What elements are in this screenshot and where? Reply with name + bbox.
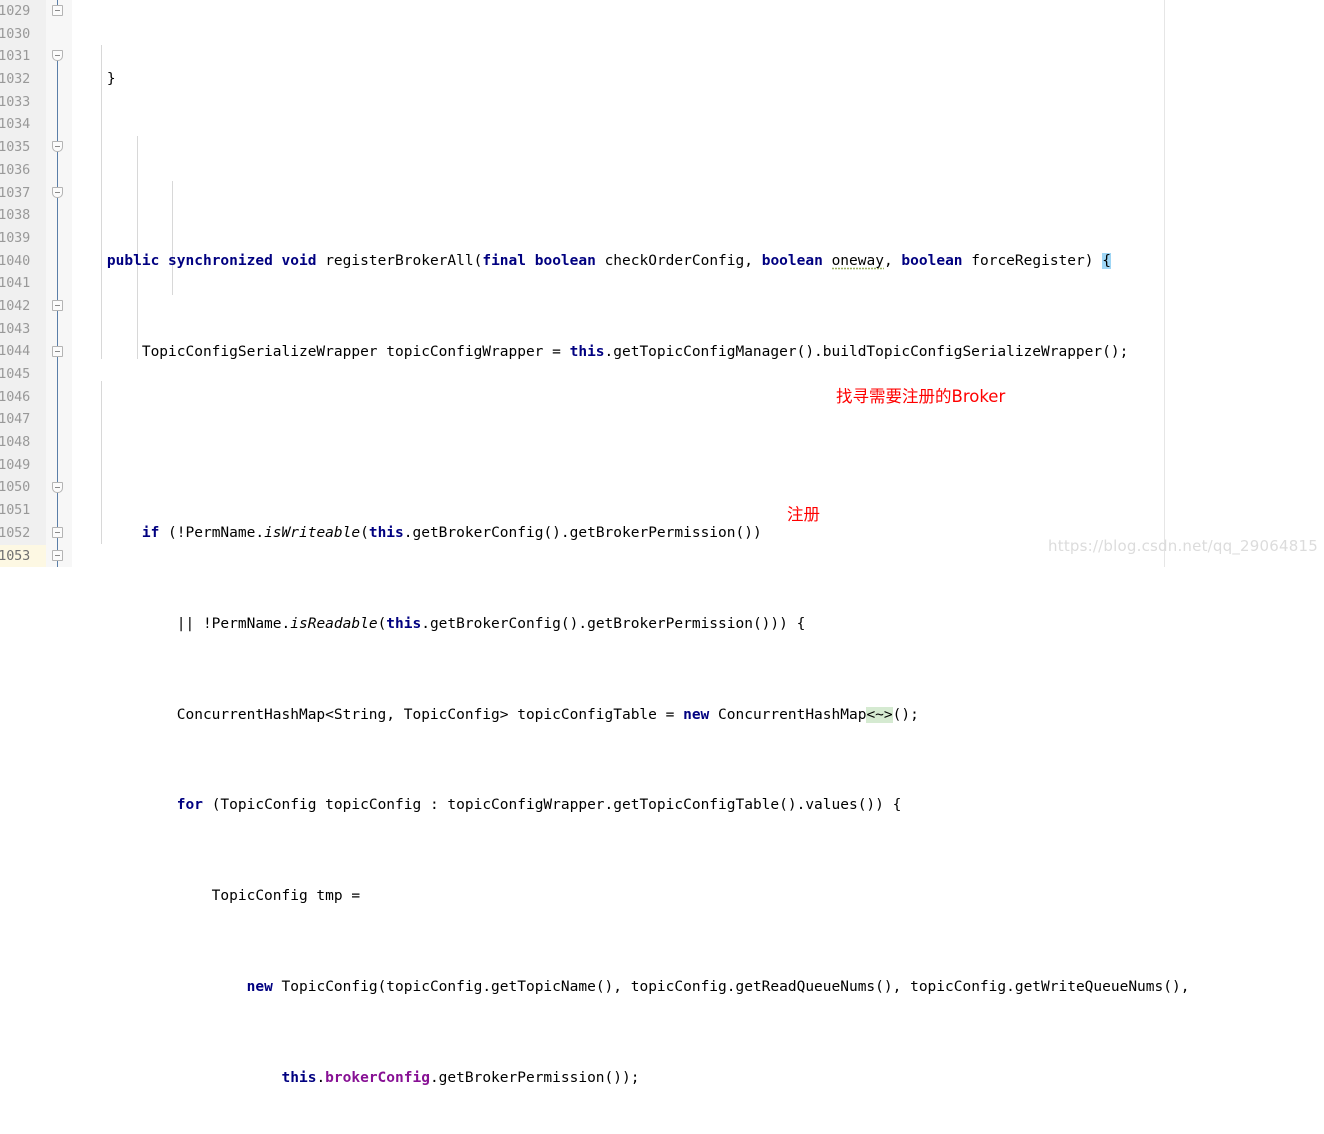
- line-number-label: 1041: [0, 275, 30, 292]
- static-method-isWriteable: isWriteable: [264, 525, 361, 542]
- keyword-void: void: [281, 252, 317, 269]
- annotation-find-broker: 找寻需要注册的Broker: [836, 387, 1006, 406]
- line-number[interactable]: 1037: [0, 182, 46, 205]
- line-number[interactable]: 1032: [0, 68, 46, 91]
- line-number[interactable]: 1033: [0, 91, 46, 114]
- annotation-register: 注册: [787, 505, 820, 524]
- code-line[interactable]: public synchronized void registerBrokerA…: [72, 250, 1324, 273]
- line-number-label: 1032: [0, 71, 30, 88]
- fold-marker-collapse-icon[interactable]: [46, 341, 72, 364]
- line-number[interactable]: 1029: [0, 0, 46, 23]
- code-line[interactable]: new TopicConfig(topicConfig.getTopicName…: [72, 976, 1324, 999]
- line-number[interactable]: 1031: [0, 45, 46, 68]
- code-line[interactable]: }: [72, 68, 1324, 91]
- code-line[interactable]: [72, 431, 1324, 454]
- line-number-label: 1051: [0, 502, 30, 519]
- line-number-label: 1036: [0, 161, 30, 178]
- keyword-synchronized: synchronized: [168, 252, 273, 269]
- line-number-label: 1052: [0, 524, 30, 541]
- keyword-new: new: [246, 979, 273, 996]
- line-number-label: 1039: [0, 229, 30, 246]
- code-content[interactable]: } public synchronized void registerBroke…: [72, 0, 1324, 1086]
- fold-marker-collapse-icon[interactable]: [46, 45, 72, 68]
- line-number[interactable]: 1049: [0, 454, 46, 477]
- line-number-label: 1037: [0, 184, 30, 201]
- line-number-label: 1053: [0, 547, 30, 564]
- line-number-gutter[interactable]: 1029 1030 1031 1032 1033 1034 1035 1036 …: [0, 0, 47, 568]
- fold-marker-collapse-icon[interactable]: [46, 522, 72, 545]
- keyword-boolean: boolean: [761, 252, 823, 269]
- static-method-isReadable: isReadable: [290, 615, 378, 632]
- line-number[interactable]: 1036: [0, 159, 46, 182]
- line-number-label: 1040: [0, 252, 30, 269]
- keyword-this: this: [281, 1069, 317, 1086]
- line-number[interactable]: 1043: [0, 318, 46, 341]
- fold-marker-collapse-icon[interactable]: [46, 0, 72, 23]
- line-number[interactable]: 1038: [0, 204, 46, 227]
- line-number-label: 1048: [0, 434, 30, 451]
- field-brokerConfig: brokerConfig: [325, 1069, 430, 1086]
- line-number[interactable]: 1041: [0, 272, 46, 295]
- line-number[interactable]: 1045: [0, 363, 46, 386]
- fold-marker-collapse-icon[interactable]: [46, 136, 72, 159]
- watermark: https://blog.csdn.net/qq_29064815: [1048, 537, 1318, 555]
- code-line[interactable]: this.brokerConfig.getBrokerPermission())…: [72, 1067, 1324, 1090]
- line-number[interactable]: 1051: [0, 499, 46, 522]
- collapsed-diamond-operator[interactable]: <~>: [866, 706, 893, 723]
- keyword-boolean: boolean: [901, 252, 963, 269]
- line-number[interactable]: 1047: [0, 408, 46, 431]
- line-number-label: 1043: [0, 320, 30, 337]
- fold-marker-collapse-icon[interactable]: [46, 182, 72, 205]
- line-number[interactable]: 1052: [0, 522, 46, 545]
- code-line[interactable]: || !PermName.isReadable(this.getBrokerCo…: [72, 613, 1324, 636]
- line-number[interactable]: 1034: [0, 113, 46, 136]
- keyword-new: new: [683, 706, 710, 723]
- line-number-label: 1042: [0, 297, 30, 314]
- line-number-label: 1034: [0, 116, 30, 133]
- line-number[interactable]: 1030: [0, 23, 46, 46]
- line-number-label: 1029: [0, 3, 30, 19]
- line-number[interactable]: 1035: [0, 136, 46, 159]
- line-number-label: 1033: [0, 93, 30, 110]
- line-number-label: 1050: [0, 479, 30, 496]
- keyword-boolean: boolean: [534, 252, 596, 269]
- fold-marker-collapse-icon[interactable]: [46, 545, 72, 568]
- code-line[interactable]: for (TopicConfig topicConfig : topicConf…: [72, 794, 1324, 817]
- line-number[interactable]: 1042: [0, 295, 46, 318]
- code-line[interactable]: TopicConfig tmp =: [72, 885, 1324, 908]
- fold-marker-collapse-icon[interactable]: [46, 295, 72, 318]
- line-number-label: 1035: [0, 139, 30, 156]
- keyword-this: this: [569, 343, 605, 360]
- keyword-this: this: [368, 525, 404, 542]
- code-line[interactable]: [72, 159, 1324, 182]
- keyword-for: for: [176, 797, 203, 814]
- fold-marker-collapse-icon[interactable]: [46, 477, 72, 500]
- line-number-label: 1038: [0, 207, 30, 224]
- line-number-label: 1046: [0, 388, 30, 405]
- line-number-label: 1049: [0, 456, 30, 473]
- code-line[interactable]: ConcurrentHashMap<String, TopicConfig> t…: [72, 704, 1324, 727]
- line-number[interactable]: 1048: [0, 431, 46, 454]
- code-editor[interactable]: 1029 1030 1031 1032 1033 1034 1035 1036 …: [0, 0, 1324, 1086]
- line-number-label: 1045: [0, 366, 30, 382]
- line-number[interactable]: 1046: [0, 386, 46, 409]
- code-line[interactable]: TopicConfigSerializeWrapper topicConfigW…: [72, 341, 1324, 364]
- keyword-if: if: [141, 525, 160, 542]
- keyword-final: final: [482, 252, 526, 269]
- matching-brace-highlight: {: [1102, 252, 1111, 269]
- keyword-this: this: [386, 615, 422, 632]
- line-number-label: 1031: [0, 48, 30, 65]
- line-number[interactable]: 1040: [0, 250, 46, 273]
- line-number-label: 1047: [0, 411, 30, 428]
- line-number-label: 1030: [0, 25, 30, 42]
- line-number[interactable]: 1044: [0, 340, 46, 363]
- keyword-public: public: [106, 252, 160, 269]
- right-margin-rule: [1164, 0, 1165, 567]
- spellcheck-underline: oneway: [831, 252, 884, 270]
- line-number-current[interactable]: 1053: [0, 544, 46, 568]
- line-number-label: 1044: [0, 343, 30, 360]
- line-number[interactable]: 1039: [0, 227, 46, 250]
- line-number[interactable]: 1050: [0, 476, 46, 499]
